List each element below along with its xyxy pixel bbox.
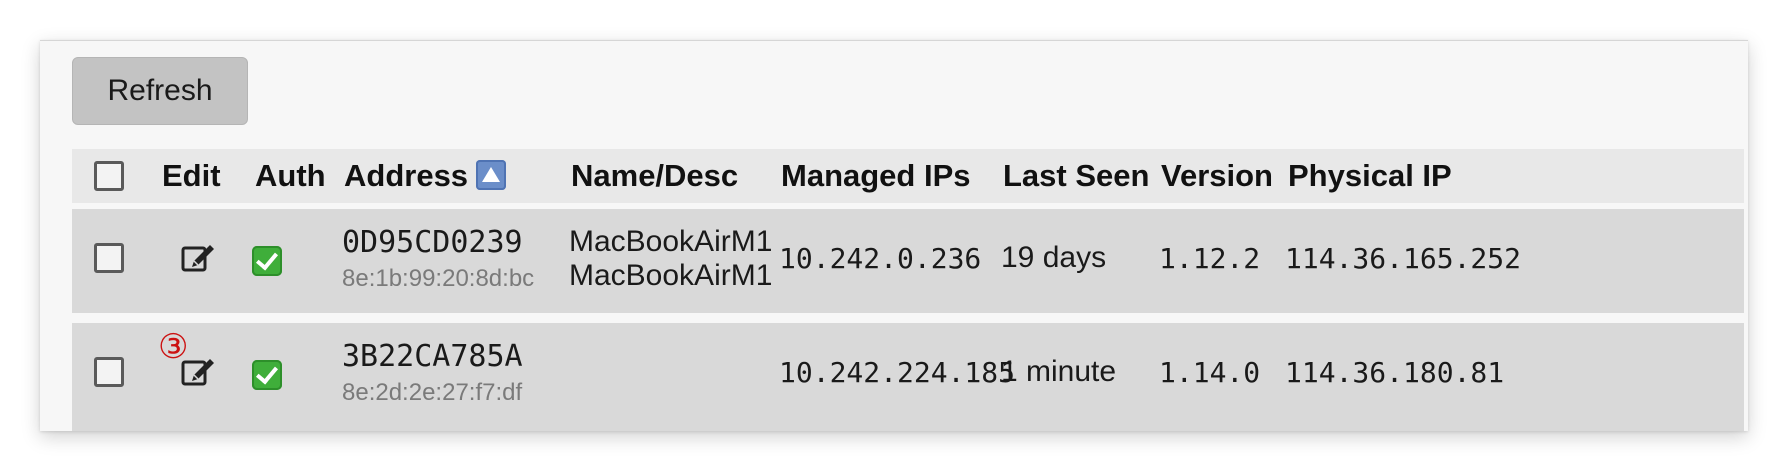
member-address: 0D95CD0239 (342, 225, 523, 260)
column-header-address-label: Address (344, 158, 469, 193)
member-name: MacBookAirM1 (569, 225, 773, 258)
column-header-auth: Auth (255, 158, 326, 193)
last-seen: 19 days (1001, 241, 1107, 274)
managed-ip: 10.242.0.236 (779, 242, 982, 275)
table-row: 0D95CD0239 8e:1b:99:20:8d:bc MacBookAirM… (72, 209, 1744, 313)
member-mac: 8e:2d:2e:27:f7:df (342, 379, 523, 406)
sort-ascending-icon[interactable] (476, 160, 507, 190)
refresh-button[interactable]: Refresh (72, 57, 248, 125)
table-header: Edit Auth Address Name/Desc Managed IPs … (72, 149, 1744, 203)
member-description: MacBookAirM1 (569, 259, 773, 292)
version: 1.14.0 (1159, 356, 1261, 389)
column-header-version: Version (1161, 158, 1273, 193)
members-panel: Refresh Edit Auth Address Name/Desc Mana… (40, 40, 1748, 431)
member-address: 3B22CA785A (342, 339, 523, 374)
authorized-check-icon[interactable] (252, 360, 282, 390)
column-header-name: Name/Desc (571, 158, 739, 193)
row-select-checkbox[interactable] (94, 357, 124, 387)
version: 1.12.2 (1159, 242, 1261, 275)
physical-ip: 114.36.180.81 (1285, 356, 1505, 389)
column-header-managed-ips: Managed IPs (781, 158, 971, 193)
physical-ip: 114.36.165.252 (1285, 242, 1522, 275)
column-header-physical-ip: Physical IP (1288, 158, 1452, 193)
column-header-last-seen: Last Seen (1003, 158, 1150, 193)
column-header-edit: Edit (162, 158, 221, 193)
edit-icon[interactable] (180, 239, 216, 275)
edit-icon[interactable] (180, 353, 216, 389)
authorized-check-icon[interactable] (252, 246, 282, 276)
select-all-checkbox[interactable] (94, 161, 124, 191)
member-mac: 8e:1b:99:20:8d:bc (342, 265, 535, 292)
column-header-address[interactable]: Address (344, 149, 507, 203)
table-row: ③ 3B22CA785A 8e:2d:2e:27:f7:df 10.242.22… (72, 323, 1744, 431)
managed-ip: 10.242.224.185 (779, 356, 1016, 389)
last-seen: 1 minute (1001, 355, 1117, 388)
row-select-checkbox[interactable] (94, 243, 124, 273)
